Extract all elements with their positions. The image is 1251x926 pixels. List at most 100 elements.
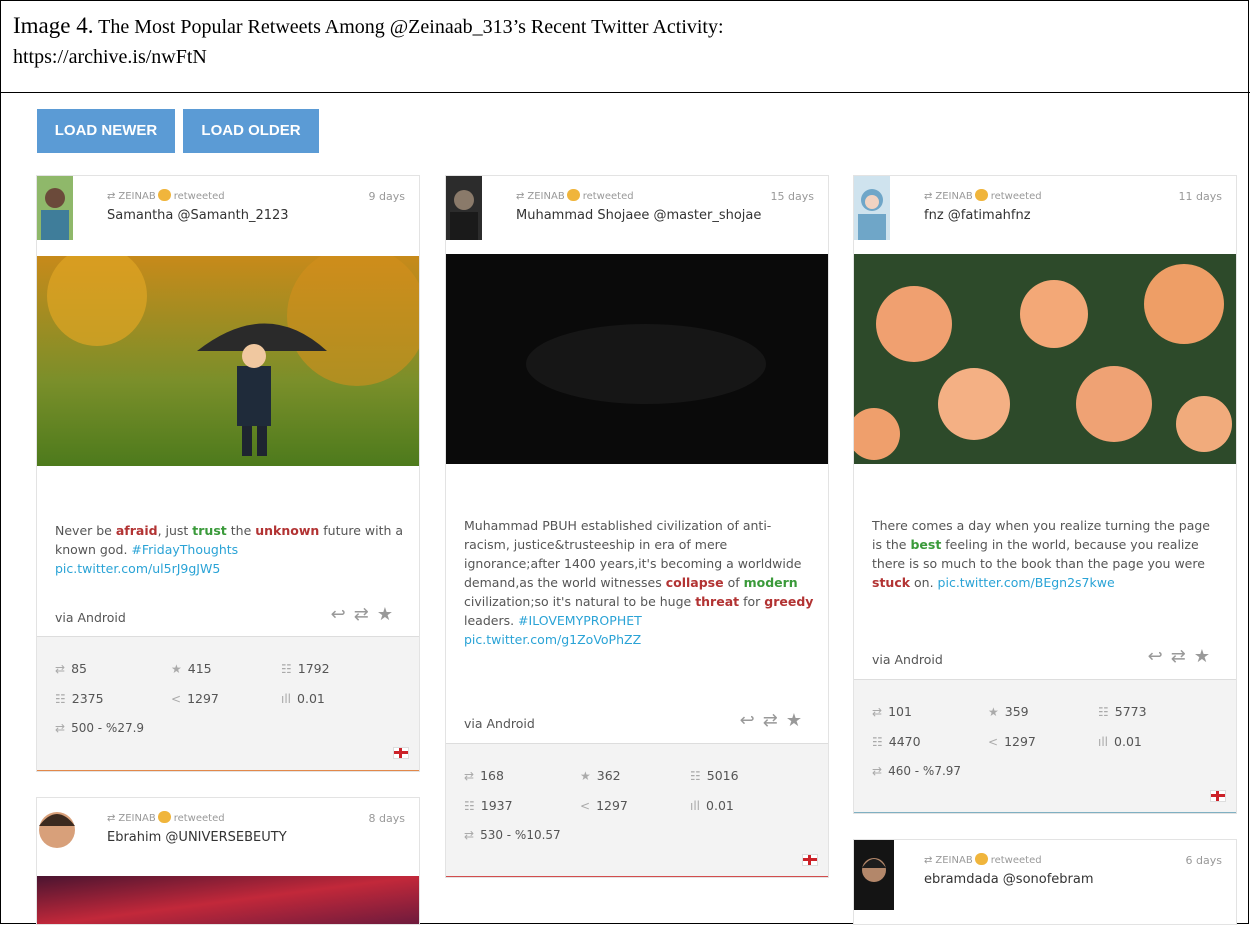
tweet-author[interactable]: fnz @fatimahfnz [924, 208, 1031, 223]
tweet-text: Muhammad PBUH established civilization o… [464, 518, 814, 647]
retweet-icon[interactable]: ⇄ [354, 604, 377, 625]
emoji-icon [566, 189, 580, 201]
avatar[interactable] [37, 798, 77, 864]
retweet-icon: ⇄ [464, 769, 475, 783]
tweet-card[interactable]: ⇄ ZEINAB retweeted 6 days ebramdada @sonof… [853, 839, 1237, 925]
bar-chart-icon: ıll [281, 692, 292, 706]
reach-count: 5016 [706, 768, 739, 783]
share-icon: < [580, 799, 591, 813]
england-flag-icon [1210, 790, 1226, 802]
emoji-icon [974, 189, 988, 201]
ratio-value: 0.01 [706, 798, 734, 813]
tweet-age: 9 days [368, 190, 405, 203]
bar-chart-icon: ıll [1098, 735, 1109, 749]
retweet-icon: ⇄ [107, 191, 116, 202]
tweet-author[interactable]: Muhammad Shojaee @master_shojae [516, 208, 761, 223]
caption-url: https://archive.is/nwFtN [13, 46, 207, 68]
tweet-age: 11 days [1178, 190, 1222, 203]
retweeter-name: ZEINAB [527, 191, 565, 202]
tweet-author[interactable]: Ebrahim @UNIVERSEBEUTY [107, 830, 287, 845]
favorite-count: 359 [1004, 704, 1029, 719]
retweet-icon[interactable]: ⇄ [763, 710, 786, 731]
tweet-image[interactable] [854, 254, 1236, 464]
tweet-stats: ⇄ 168 ★ 362 ☷ 5016 ☷ 1937 <1297 ıll 0.01 ⇄ 530… [446, 743, 828, 877]
emoji-icon [157, 811, 171, 823]
tweet-image[interactable] [446, 254, 828, 464]
favorite-count: 362 [596, 768, 621, 783]
retweeted-label: retweeted [582, 191, 634, 202]
retweet-icon: ⇄ [55, 662, 66, 676]
retweeted-label: retweeted [173, 191, 225, 202]
retweet-icon: ⇄ [872, 705, 883, 719]
figure-caption: Image 4. The Most Popular Retweets Among… [1, 1, 1250, 93]
share-icon: < [171, 692, 182, 706]
card-accent-bar [854, 812, 1236, 813]
tweet-card[interactable]: ⇄ ZEINAB retweeted 15 days Muhammad Shojae… [445, 175, 829, 878]
tweet-image[interactable] [37, 876, 419, 924]
tweet-image[interactable] [37, 246, 419, 466]
card-accent-bar [446, 876, 828, 877]
people-icon: ☷ [464, 799, 475, 813]
tweet-author[interactable]: ebramdada @sonofebram [924, 872, 1094, 887]
tweet-stats: ⇄ 85 ★ 415 ☷ 1792 ☷ 2375 <1297 ıll 0.01 ⇄ 500 … [37, 636, 419, 771]
tweet-age: 8 days [368, 812, 405, 825]
retweeter-name: ZEINAB [935, 855, 973, 866]
tweet-card[interactable]: ⇄ ZEINAB retweeted 11 days fnz @fatimahfnz… [853, 175, 1237, 814]
ratio-value: 0.01 [1114, 734, 1142, 749]
retweet-info: ⇄ ZEINAB retweeted [107, 189, 225, 202]
avatar[interactable] [446, 176, 482, 240]
caption-title: The Most Popular Retweets Among @Zeinaab… [93, 16, 724, 38]
retweet-count: 85 [71, 661, 87, 676]
reach-count: 5773 [1114, 704, 1147, 719]
tweet-card[interactable]: ⇄ ZEINAB retweeted 8 days Ebrahim @UNIVERS… [36, 797, 420, 925]
retweet-icon: ⇄ [464, 828, 475, 842]
tweet-text: Never be afraid, just trust the unknown … [55, 523, 404, 576]
people-icon: ☷ [55, 692, 66, 706]
tweet-age: 6 days [1185, 854, 1222, 867]
star-icon: ★ [171, 662, 182, 676]
tweet-author[interactable]: Samantha @Samanth_2123 [107, 208, 289, 223]
reply-icon[interactable]: ↩ [331, 604, 354, 625]
bar-chart-icon: ıll [690, 799, 701, 813]
star-icon[interactable]: ★ [786, 710, 810, 731]
reply-icon[interactable]: ↩ [740, 710, 763, 731]
reach-count: 1792 [297, 661, 330, 676]
via-source: via Android [464, 716, 535, 731]
retweet-info: ⇄ ZEINAB retweeted [924, 853, 1042, 866]
england-flag-icon [802, 854, 818, 866]
star-icon[interactable]: ★ [377, 604, 401, 625]
caption-label: Image 4. [13, 13, 94, 38]
retweet-info: ⇄ ZEINAB retweeted [107, 811, 225, 824]
via-source: via Android [55, 610, 126, 625]
followers-count: 1937 [480, 798, 513, 813]
reply-icon[interactable]: ↩ [1148, 646, 1171, 667]
avatar[interactable] [37, 176, 73, 240]
star-icon[interactable]: ★ [1194, 646, 1218, 667]
tweet-link[interactable]: pic.twitter.com/BEgn2s7kwe [938, 575, 1115, 590]
load-newer-button[interactable]: LOAD NEWER [37, 109, 175, 153]
share-icon: < [988, 735, 999, 749]
retweet-icon: ⇄ [872, 764, 883, 778]
share-count: 1297 [1004, 734, 1036, 749]
favorite-count: 415 [187, 661, 212, 676]
people-icon: ☷ [690, 769, 701, 783]
tweet-card[interactable]: ⇄ ZEINAB retweeted 9 days Samantha @Samant… [36, 175, 420, 772]
retweet-icon[interactable]: ⇄ [1171, 646, 1194, 667]
people-icon: ☷ [281, 662, 292, 676]
people-icon: ☷ [872, 735, 883, 749]
avatar[interactable] [854, 840, 894, 910]
retweet-info: ⇄ ZEINAB retweeted [924, 189, 1042, 202]
retweet-icon: ⇄ [924, 191, 933, 202]
emoji-icon [974, 853, 988, 865]
retweeter-name: ZEINAB [118, 191, 156, 202]
summary-value: 500 - %27.9 [71, 721, 145, 735]
load-older-button[interactable]: LOAD OLDER [183, 109, 319, 153]
summary-value: 460 - %7.97 [888, 764, 962, 778]
people-icon: ☷ [1098, 705, 1109, 719]
avatar[interactable] [854, 176, 890, 240]
card-accent-bar [37, 770, 419, 771]
retweet-icon: ⇄ [55, 721, 66, 735]
ratio-value: 0.01 [297, 691, 325, 706]
retweet-icon: ⇄ [924, 855, 933, 866]
emoji-icon [157, 189, 171, 201]
